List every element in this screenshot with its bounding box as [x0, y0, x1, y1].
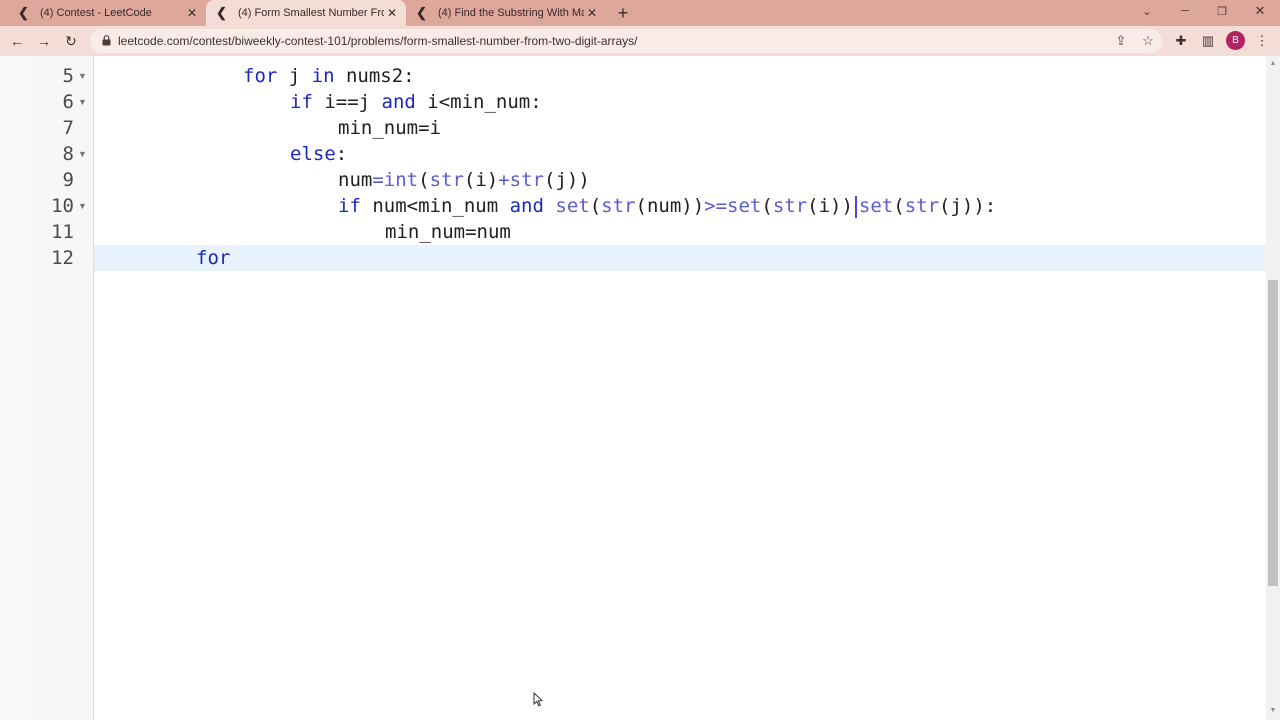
scrollbar-thumb[interactable]: [1268, 280, 1278, 586]
tab-contest[interactable]: ❮ (4) Contest - LeetCode ✕: [12, 0, 204, 26]
leetcode-icon: ❮: [18, 5, 29, 20]
close-icon[interactable]: ✕: [384, 6, 400, 20]
browser-toolbar: ← → ↻ leetcode.com/contest/biweekly-cont…: [0, 26, 1280, 56]
code-editor[interactable]: 5 ▼ for j in nums2: 6 ▼ if i==j and i<mi…: [0, 56, 1280, 720]
fold-arrow-icon[interactable]: ▼: [78, 63, 87, 89]
code-text: num=int(str(i)+str(j)): [338, 169, 590, 191]
line-number: 11: [51, 221, 74, 243]
tab-title: (4) Form Smallest Number From: [238, 7, 384, 19]
address-bar[interactable]: leetcode.com/contest/biweekly-contest-10…: [90, 29, 1162, 53]
lock-icon: [102, 35, 111, 46]
code-line: 8 ▼ else:: [0, 141, 1266, 167]
tab-title: (4) Find the Substring With Maxi: [438, 7, 584, 19]
star-icon[interactable]: ☆: [1138, 31, 1158, 51]
tab-find-substring[interactable]: ❮ (4) Find the Substring With Maxi ✕: [408, 0, 604, 26]
close-icon[interactable]: ✕: [184, 6, 200, 20]
window-close-icon[interactable]: ✕: [1245, 0, 1275, 22]
code-line: 11 min_num=num: [0, 219, 1266, 245]
code-text: if i==j and i<min_num:: [290, 91, 542, 113]
code-text: if num<min_num and set(str(num))>=set(st…: [338, 195, 997, 218]
code-text: min_num=i: [338, 117, 441, 139]
code-line: 5 ▼ for j in nums2:: [0, 63, 1266, 89]
tab-title: (4) Contest - LeetCode: [40, 7, 152, 19]
code-line: 10 ▼ if num<min_num and set(str(num))>=s…: [0, 193, 1266, 219]
fold-arrow-icon[interactable]: ▼: [78, 193, 87, 219]
line-number: 8: [62, 143, 74, 165]
code-text: for j in nums2:: [243, 65, 415, 87]
forward-arrow-icon[interactable]: →: [34, 31, 54, 51]
leetcode-icon: ❮: [416, 5, 427, 20]
text-caret: [854, 195, 857, 218]
code-text: else:: [290, 143, 348, 165]
kebab-menu-icon[interactable]: ⋮: [1251, 30, 1273, 52]
scroll-down-icon[interactable]: ▼: [1268, 707, 1278, 717]
puzzle-icon[interactable]: ✚: [1170, 30, 1192, 52]
scroll-up-icon[interactable]: ▲: [1268, 60, 1278, 70]
line-number: 10: [51, 195, 74, 217]
tab-strip: ❮ (4) Contest - LeetCode ✕ ❮ (4) Form Sm…: [0, 0, 1280, 26]
reload-icon[interactable]: ↻: [61, 31, 81, 51]
line-number: 5: [62, 65, 74, 87]
line-number: 7: [62, 117, 74, 139]
back-arrow-icon[interactable]: ←: [7, 31, 27, 51]
plus-icon[interactable]: +: [612, 0, 634, 26]
tab-form-smallest-number[interactable]: ❮ (4) Form Smallest Number From ✕: [206, 0, 406, 26]
code-text: min_num=num: [385, 221, 511, 243]
line-number: 12: [51, 247, 74, 269]
mouse-pointer-icon: [533, 692, 543, 707]
fold-arrow-icon[interactable]: ▼: [78, 89, 87, 115]
tab-search-icon[interactable]: ⌄: [1132, 0, 1162, 22]
fold-arrow-icon[interactable]: ▼: [78, 141, 87, 167]
code-line: 7 min_num=i: [0, 115, 1266, 141]
line-number: 9: [62, 169, 74, 191]
code-line: 6 ▼ if i==j and i<min_num:: [0, 89, 1266, 115]
url-text: leetcode.com/contest/biweekly-contest-10…: [118, 34, 638, 48]
leetcode-icon: ❮: [216, 5, 227, 20]
code-line: 12 for: [0, 245, 1266, 271]
restore-icon[interactable]: ❐: [1207, 0, 1237, 22]
avatar[interactable]: B: [1226, 31, 1245, 50]
line-number: 6: [62, 91, 74, 113]
minimize-icon[interactable]: ─: [1170, 0, 1200, 22]
share-icon[interactable]: ⇪: [1111, 31, 1131, 51]
code-line: 9 num=int(str(i)+str(j)): [0, 167, 1266, 193]
side-panel-icon[interactable]: ▥: [1197, 30, 1219, 52]
close-icon[interactable]: ✕: [584, 6, 600, 20]
code-text: for: [196, 247, 231, 269]
